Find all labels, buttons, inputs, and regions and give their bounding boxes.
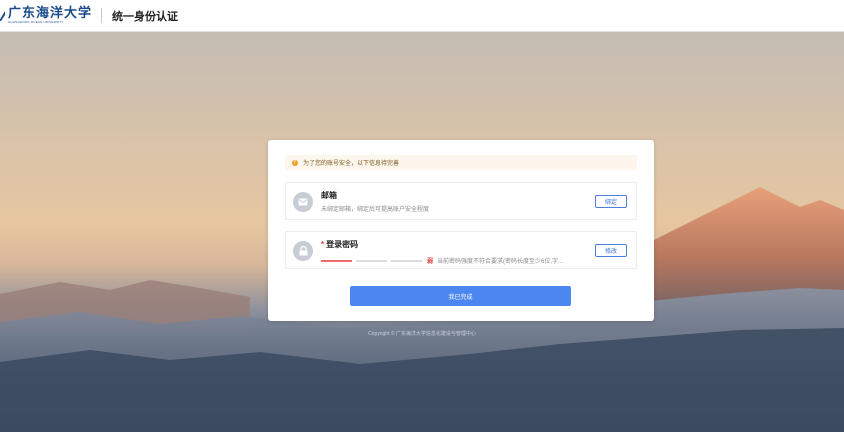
strength-segment: [356, 259, 387, 262]
strength-segment: [391, 259, 422, 262]
done-button[interactable]: 我已完成: [350, 286, 571, 306]
top-bar: 广东海洋大学 GUANGDONG OCEAN UNIVERSITY 统一身份认证: [0, 0, 844, 32]
email-subtitle: 未绑定邮箱，绑定后可提高账户安全程度: [321, 207, 430, 213]
logo-mark-icon: [0, 10, 5, 21]
password-strength-meter: 弱 当前密码强度不符合要求(密码长度至少6位,字...: [321, 256, 563, 265]
email-title: 邮箱: [321, 191, 337, 200]
logo-english-name: GUANGDONG OCEAN UNIVERSITY: [8, 20, 64, 24]
security-notice: ! 为了您的账号安全，以下信息待完善: [285, 155, 637, 170]
password-title-text: 登录密码: [326, 240, 359, 249]
account-completion-card: ! 为了您的账号安全，以下信息待完善 邮箱 未绑定邮箱，绑定后可提高账户安全程度…: [268, 140, 654, 321]
required-mark: *: [321, 240, 325, 249]
password-row: * 登录密码 弱 当前密码强度不符合要求(密码长度至少6位,字... 修改: [285, 231, 637, 269]
university-logo[interactable]: 广东海洋大学 GUANGDONG OCEAN UNIVERSITY: [0, 7, 92, 24]
email-row: 邮箱 未绑定邮箱，绑定后可提高账户安全程度 绑定: [285, 182, 637, 220]
bind-email-button[interactable]: 绑定: [595, 195, 627, 208]
strength-message: 当前密码强度不符合要求(密码长度至少6位,字...: [437, 259, 564, 265]
mail-icon: [293, 192, 313, 212]
copyright-text: Copyright © 广东海洋大学信息化建设与管理中心: [368, 331, 476, 337]
logo-chinese-name: 广东海洋大学: [8, 6, 93, 21]
strength-level-mark: 弱: [427, 259, 434, 265]
password-title: * 登录密码: [321, 239, 358, 250]
system-title: 统一身份认证: [112, 10, 179, 23]
strength-segment: [321, 259, 352, 262]
change-password-button[interactable]: 修改: [595, 244, 627, 257]
warning-icon: !: [292, 159, 298, 166]
notice-text: 为了您的账号安全，以下信息待完善: [303, 161, 400, 167]
header-divider: [101, 8, 103, 23]
lock-icon: [293, 241, 313, 261]
